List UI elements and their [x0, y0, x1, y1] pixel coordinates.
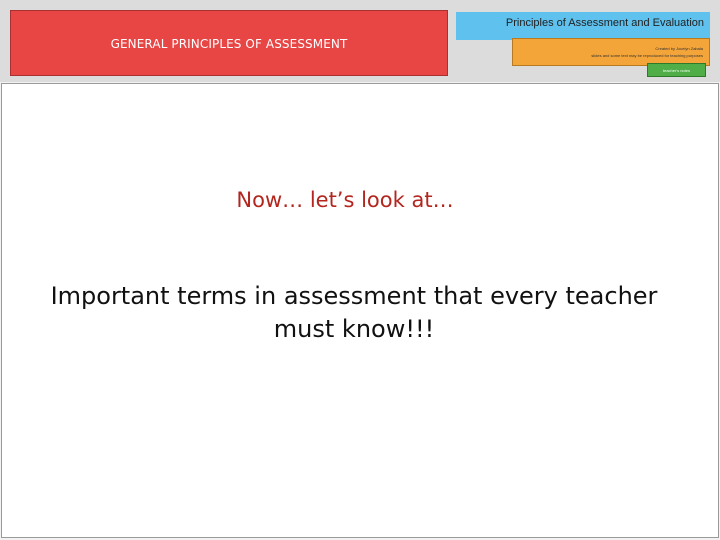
slide-canvas: Now… let’s look at… Important terms in a… [1, 83, 719, 538]
notes-badge-label: teacher's notes [662, 68, 690, 73]
credits-panel: Created by Jocelyn Zabala slides and som… [512, 38, 710, 66]
slide-subheading: Now… let’s look at… [236, 188, 454, 212]
section-title: GENERAL PRINCIPLES OF ASSESSMENT [110, 37, 348, 51]
course-title: Principles of Assessment and Evaluation [505, 17, 704, 29]
credits-line-1: Created by Jocelyn Zabala [655, 46, 703, 51]
credits-line-2: slides and some text may be reproduced f… [591, 53, 703, 58]
course-title-panel: Principles of Assessment and Evaluation [456, 12, 710, 40]
notes-badge[interactable]: teacher's notes [647, 63, 706, 77]
section-title-panel: GENERAL PRINCIPLES OF ASSESSMENT [10, 10, 448, 76]
slide-main-text: Important terms in assessment that every… [50, 282, 658, 343]
